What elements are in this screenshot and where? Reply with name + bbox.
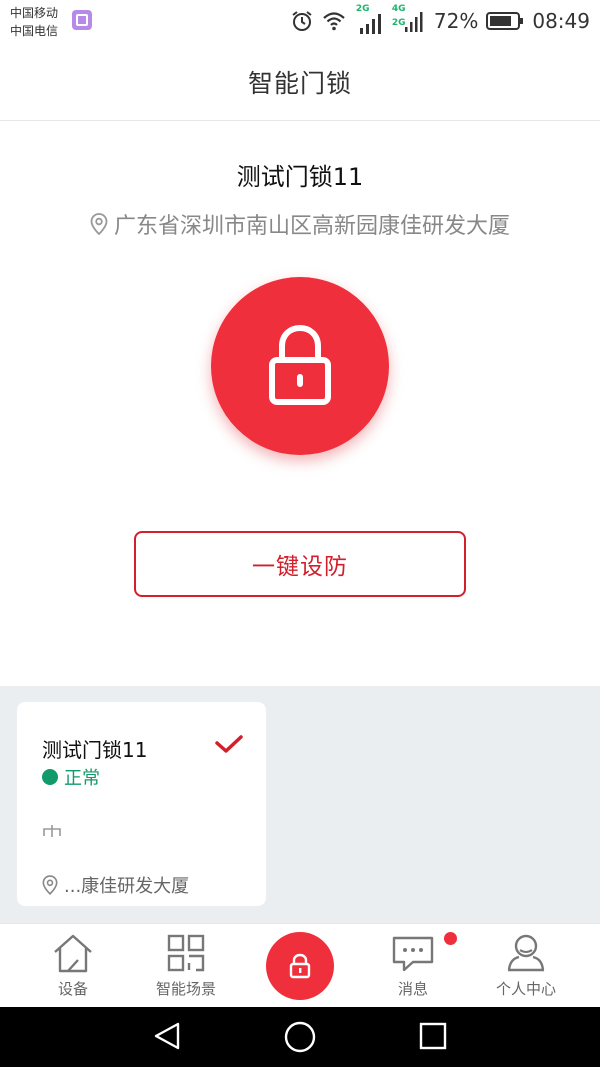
page-title: 智能门锁: [247, 69, 352, 98]
device-status-text: 正常: [64, 768, 100, 789]
device-card-name: 测试门锁11: [42, 738, 148, 762]
signal-bars-icon: [359, 14, 381, 34]
tab-smart-scene[interactable]: 智能场景: [131, 924, 241, 1008]
home-circle-icon[interactable]: [284, 1021, 316, 1053]
location-pin-icon: [90, 213, 108, 235]
back-icon[interactable]: [152, 1021, 182, 1051]
bottom-tab-bar: 设备 智能场景 消息 个人中心: [0, 923, 600, 1007]
device-name: 测试门锁11: [236, 163, 364, 191]
check-icon: [215, 735, 243, 753]
device-card[interactable]: 测试门锁11 正常 ...康佳研发大厦: [17, 702, 266, 906]
carrier-info: 中国移动 中国电信: [10, 4, 58, 40]
status-dot-icon: [42, 769, 58, 785]
status-bar: 中国移动 中国电信 2G 4G 2G 72% 08:49: [0, 0, 600, 44]
carrier-1: 中国移动: [10, 6, 59, 20]
unread-badge: [444, 932, 457, 945]
signal-2-group: 4G 2G: [392, 4, 426, 36]
unlock-button[interactable]: [211, 277, 389, 455]
message-icon: [392, 936, 434, 972]
grid-icon: [167, 934, 205, 972]
alarm-icon: [292, 11, 312, 31]
wifi-icon: [323, 12, 345, 31]
home-icon: [54, 934, 92, 973]
tab-lock[interactable]: [266, 932, 334, 1000]
user-icon: [507, 934, 545, 972]
device-address-text: 广东省深圳市南山区高新园康佳研发大厦: [113, 214, 510, 239]
tab-devices[interactable]: 设备: [18, 924, 128, 1008]
device-card-address-text: ...康佳研发大厦: [64, 876, 190, 897]
battery-icon: [486, 12, 524, 30]
system-navigation-bar: [0, 1007, 600, 1067]
tab-profile[interactable]: 个人中心: [471, 924, 581, 1008]
device-status: 正常: [42, 764, 100, 790]
lock-icon: [269, 324, 331, 405]
location-pin-icon: [42, 875, 58, 895]
recent-apps-icon[interactable]: [418, 1021, 448, 1051]
clock: 08:49: [532, 9, 590, 33]
app-bar: 智能门锁: [0, 44, 600, 121]
signal-bars-icon: [404, 12, 423, 32]
status-icons: 2G 4G 2G 72% 08:49: [290, 4, 590, 36]
network-icon: [43, 825, 61, 837]
device-address: 广东省深圳市南山区高新园康佳研发大厦: [0, 208, 600, 240]
device-card-address: ...康佳研发大厦: [42, 872, 189, 898]
tab-label: 消息: [397, 980, 428, 998]
tab-label: 智能场景: [155, 980, 216, 998]
tab-label: 个人中心: [495, 980, 556, 998]
lock-icon: [289, 953, 311, 979]
carrier-2: 中国电信: [10, 24, 59, 38]
tab-label: 设备: [57, 980, 88, 998]
battery-percent: 72%: [433, 9, 479, 33]
signal-1-group: 2G: [354, 4, 384, 36]
gallery-notification-icon: [72, 10, 92, 30]
arm-button[interactable]: 一键设防: [134, 531, 466, 597]
device-list: 测试门锁11 正常 ...康佳研发大厦: [0, 686, 600, 923]
